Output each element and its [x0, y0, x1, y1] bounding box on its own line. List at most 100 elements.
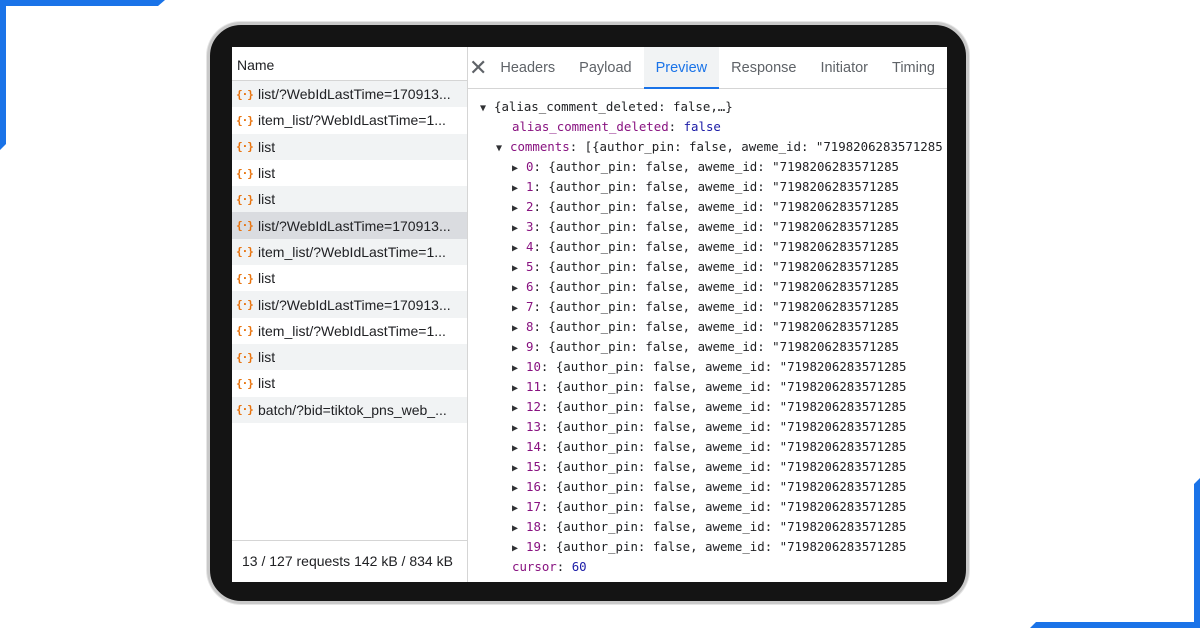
- comment-item-node[interactable]: ▶ 14: {author_pin: false, aweme_id: "7198…: [468, 437, 947, 457]
- request-name: batch/?bid=tiktok_pns_web_...: [258, 401, 447, 418]
- request-row[interactable]: {·} list/?WebIdLastTime=170913...: [232, 212, 467, 239]
- tab-initiator[interactable]: Initiator: [808, 47, 880, 88]
- comment-item-node[interactable]: ▶ 19: {author_pin: false, aweme_id: "7198…: [468, 537, 947, 557]
- request-row[interactable]: {·} item_list/?WebIdLastTime=1...: [232, 238, 467, 266]
- close-icon[interactable]: ✕: [468, 47, 488, 88]
- collapsed-triangle-icon[interactable]: ▶: [512, 219, 526, 239]
- comment-summary: {author_pin: false, aweme_id: "719820628…: [555, 379, 907, 394]
- json-comments-node[interactable]: ▼ comments: [{author_pin: false, aweme_id…: [468, 137, 947, 157]
- request-row[interactable]: {·} batch/?bid=tiktok_pns_web_...: [232, 396, 467, 423]
- comment-item-node[interactable]: ▶ 10: {author_pin: false, aweme_id: "7198…: [468, 357, 947, 377]
- tab-response[interactable]: Response: [719, 47, 808, 88]
- request-row[interactable]: {·} list: [232, 186, 467, 213]
- collapsed-triangle-icon[interactable]: ▶: [512, 279, 526, 299]
- json-file-icon: {·}: [236, 192, 254, 206]
- comment-item-node[interactable]: ▶ 17: {author_pin: false, aweme_id: "7198…: [468, 497, 947, 517]
- json-preview-tree: ▼ {alias_comment_deleted: false,…} alias_…: [468, 89, 947, 577]
- root-summary: {alias_comment_deleted: false,…}: [494, 99, 733, 114]
- request-name: list/?WebIdLastTime=170913...: [258, 217, 451, 234]
- comment-item-node[interactable]: ▶ 6: {author_pin: false, aweme_id: "71982…: [468, 277, 947, 297]
- comment-item-node[interactable]: ▶ 16: {author_pin: false, aweme_id: "7198…: [468, 477, 947, 497]
- comment-item-node[interactable]: ▶ 0: {author_pin: false, aweme_id: "71982…: [468, 157, 947, 177]
- collapsed-triangle-icon[interactable]: ▶: [512, 359, 526, 379]
- comment-item-node[interactable]: ▶ 11: {author_pin: false, aweme_id: "7198…: [468, 377, 947, 397]
- collapsed-triangle-icon[interactable]: ▶: [512, 519, 526, 539]
- collapsed-triangle-icon[interactable]: ▶: [512, 379, 526, 399]
- collapsed-triangle-icon[interactable]: ▶: [512, 199, 526, 219]
- network-request-list-pane: Name {·} list/?WebIdLastTime=170913... {·}…: [232, 47, 468, 582]
- collapsed-triangle-icon[interactable]: ▶: [512, 159, 526, 179]
- comment-item-node[interactable]: ▶ 18: {author_pin: false, aweme_id: "7198…: [468, 517, 947, 537]
- expanded-triangle-icon[interactable]: ▼: [480, 99, 494, 119]
- collapsed-triangle-icon[interactable]: ▶: [512, 299, 526, 319]
- comment-summary: {author_pin: false, aweme_id: "719820628…: [548, 239, 900, 254]
- comment-item-node[interactable]: ▶ 3: {author_pin: false, aweme_id: "71982…: [468, 217, 947, 237]
- request-row[interactable]: {·} list: [232, 265, 467, 291]
- request-row[interactable]: {·} list/?WebIdLastTime=170913...: [232, 81, 467, 108]
- collapsed-triangle-icon[interactable]: ▶: [512, 319, 526, 339]
- json-alias-row: alias_comment_deleted: false: [512, 119, 721, 134]
- json-root-node[interactable]: ▼ {alias_comment_deleted: false,…}: [468, 97, 947, 117]
- comment-item-node[interactable]: ▶ 2: {author_pin: false, aweme_id: "71982…: [468, 197, 947, 217]
- comment-summary: {author_pin: false, aweme_id: "719820628…: [548, 339, 900, 354]
- request-row[interactable]: {·} item_list/?WebIdLastTime=1...: [232, 107, 467, 133]
- comment-item-node[interactable]: ▶ 4: {author_pin: false, aweme_id: "71982…: [468, 237, 947, 257]
- collapsed-triangle-icon[interactable]: ▶: [512, 439, 526, 459]
- collapsed-triangle-icon[interactable]: ▶: [512, 479, 526, 499]
- comment-summary: {author_pin: false, aweme_id: "719820628…: [548, 279, 900, 294]
- comment-item-node[interactable]: ▶ 15: {author_pin: false, aweme_id: "7198…: [468, 457, 947, 477]
- request-list: {·} list/?WebIdLastTime=170913... {·} item_…: [232, 81, 467, 423]
- comment-index: 10: [526, 359, 541, 374]
- json-file-icon: {·}: [236, 271, 254, 285]
- json-key: alias_comment_deleted: [512, 119, 669, 134]
- request-row[interactable]: {·} item_list/?WebIdLastTime=1...: [232, 318, 467, 344]
- request-row[interactable]: {·} list: [232, 343, 467, 371]
- request-row[interactable]: {·} list/?WebIdLastTime=170913...: [232, 291, 467, 318]
- collapsed-triangle-icon[interactable]: ▶: [512, 499, 526, 519]
- expanded-triangle-icon[interactable]: ▼: [496, 139, 510, 159]
- devtools-screen: Name {·} list/?WebIdLastTime=170913... {·}…: [232, 47, 947, 582]
- collapsed-triangle-icon[interactable]: ▶: [512, 339, 526, 359]
- comment-item-node[interactable]: ▶ 7: {author_pin: false, aweme_id: "71982…: [468, 297, 947, 317]
- comment-index: 19: [526, 539, 541, 554]
- comment-item-node[interactable]: ▶ 12: {author_pin: false, aweme_id: "7198…: [468, 397, 947, 417]
- request-row[interactable]: {·} list: [232, 133, 467, 160]
- name-column-header[interactable]: Name: [232, 47, 467, 81]
- collapsed-triangle-icon[interactable]: ▶: [512, 239, 526, 259]
- comment-summary: {author_pin: false, aweme_id: "719820628…: [555, 439, 907, 454]
- comment-item-node[interactable]: ▶ 1: {author_pin: false, aweme_id: "71982…: [468, 177, 947, 197]
- corner-accent-top-left: [0, 0, 165, 150]
- request-name: list: [258, 191, 276, 208]
- json-file-icon: {·}: [236, 219, 254, 233]
- request-name: list: [258, 138, 276, 155]
- collapsed-triangle-icon[interactable]: ▶: [512, 399, 526, 419]
- comment-summary: {author_pin: false, aweme_id: "719820628…: [548, 259, 900, 274]
- tab-timing[interactable]: Timing: [880, 47, 947, 88]
- preview-pane: ✕ Headers Payload Preview Response Initi…: [468, 47, 947, 582]
- collapsed-triangle-icon[interactable]: ▶: [512, 179, 526, 199]
- request-name: item_list/?WebIdLastTime=1...: [258, 322, 446, 339]
- request-row[interactable]: {·} list: [232, 160, 467, 186]
- request-row[interactable]: {·} list: [232, 370, 467, 396]
- comment-summary: {author_pin: false, aweme_id: "719820628…: [548, 299, 900, 314]
- comment-index: 18: [526, 519, 541, 534]
- collapsed-triangle-icon[interactable]: ▶: [512, 459, 526, 479]
- collapsed-triangle-icon[interactable]: ▶: [512, 259, 526, 279]
- json-file-icon: {·}: [236, 376, 254, 390]
- request-name: list: [258, 270, 276, 287]
- comment-summary: {author_pin: false, aweme_id: "719820628…: [548, 179, 900, 194]
- comment-index: 11: [526, 379, 541, 394]
- request-name: item_list/?WebIdLastTime=1...: [258, 243, 446, 260]
- tab-headers[interactable]: Headers: [488, 47, 567, 88]
- tab-preview[interactable]: Preview: [643, 47, 720, 89]
- collapsed-triangle-icon[interactable]: ▶: [512, 419, 526, 439]
- comment-item-node[interactable]: ▶ 13: {author_pin: false, aweme_id: "7198…: [468, 417, 947, 437]
- tab-payload[interactable]: Payload: [567, 47, 643, 88]
- comment-summary: {author_pin: false, aweme_id: "719820628…: [555, 399, 907, 414]
- comment-index: 15: [526, 459, 541, 474]
- comment-item-node[interactable]: ▶ 5: {author_pin: false, aweme_id: "71982…: [468, 257, 947, 277]
- comment-items: ▶ 0: {author_pin: false, aweme_id: "71982…: [468, 157, 947, 557]
- comment-item-node[interactable]: ▶ 9: {author_pin: false, aweme_id: "71982…: [468, 337, 947, 357]
- collapsed-triangle-icon[interactable]: ▶: [512, 539, 526, 559]
- comment-item-node[interactable]: ▶ 8: {author_pin: false, aweme_id: "71982…: [468, 317, 947, 337]
